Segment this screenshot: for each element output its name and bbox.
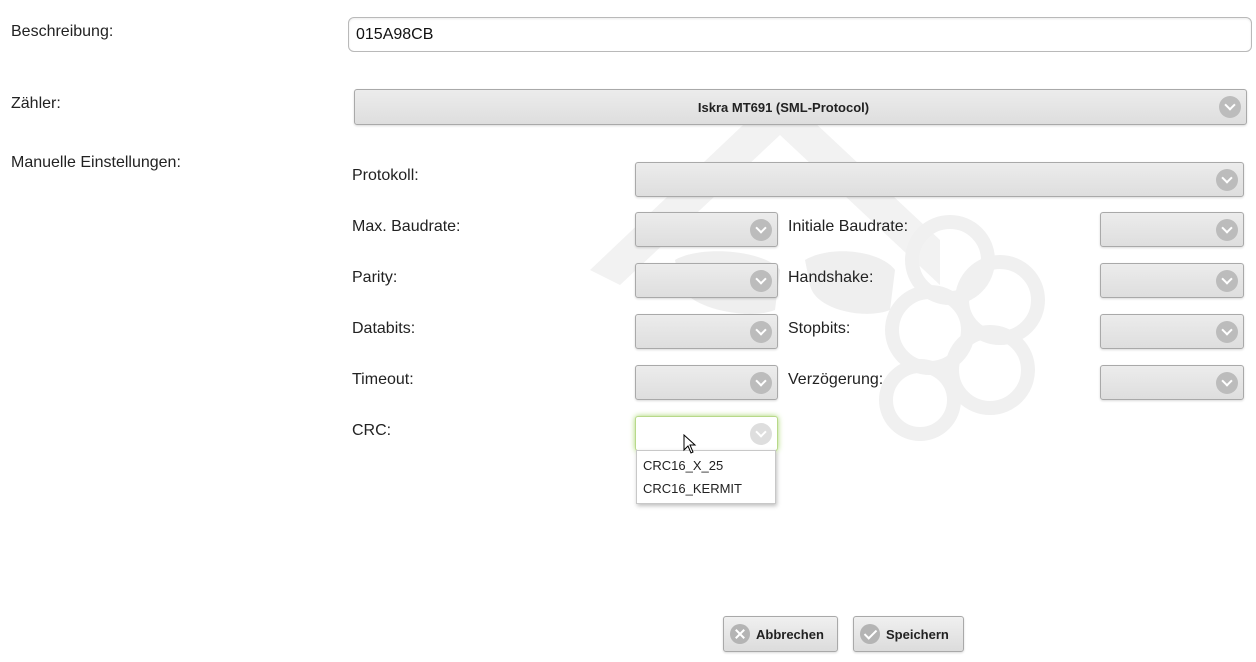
initiale-baudrate-select[interactable] [1100, 212, 1244, 247]
chevron-down-icon [750, 422, 772, 445]
crc-option-kermit[interactable]: CRC16_KERMIT [637, 477, 775, 500]
mouse-cursor-icon [683, 434, 697, 454]
chevron-down-icon [1216, 320, 1238, 343]
save-button-label: Speichern [886, 626, 949, 642]
initiale-baudrate-select-value [1101, 213, 1209, 246]
chevron-down-icon [1219, 96, 1241, 118]
databits-select-value [636, 315, 743, 348]
max-baudrate-label: Max. Baudrate: [352, 218, 461, 235]
protokoll-select[interactable] [635, 162, 1244, 197]
chevron-down-icon [750, 371, 772, 394]
timeout-select[interactable] [635, 365, 778, 400]
save-button[interactable]: Speichern [853, 616, 964, 652]
stopbits-label: Stopbits: [788, 320, 851, 337]
protokoll-select-value [636, 163, 1209, 196]
protokoll-label: Protokoll: [352, 167, 419, 184]
databits-select[interactable] [635, 314, 778, 349]
stopbits-select[interactable] [1100, 314, 1244, 349]
parity-select-value [636, 264, 743, 297]
beschreibung-label: Beschreibung: [11, 23, 114, 40]
databits-label: Databits: [352, 320, 416, 337]
verzoegerung-select-value [1101, 366, 1209, 399]
verzoegerung-label: Verzögerung: [788, 371, 884, 388]
chevron-down-icon [1216, 218, 1238, 241]
settings-form: Beschreibung: Zähler: Iskra MT691 (SML-P… [0, 0, 1256, 662]
chevron-down-icon [750, 218, 772, 241]
crc-label: CRC: [352, 422, 392, 439]
chevron-down-icon [750, 320, 772, 343]
chevron-down-icon [1216, 371, 1238, 394]
chevron-down-icon [750, 269, 772, 292]
cancel-button[interactable]: Abbrechen [723, 616, 838, 652]
close-icon [730, 624, 750, 644]
stopbits-select-value [1101, 315, 1209, 348]
timeout-select-value [636, 366, 743, 399]
handshake-select[interactable] [1100, 263, 1244, 298]
chevron-down-icon [1216, 168, 1238, 191]
zaehler-select[interactable]: Iskra MT691 (SML-Protocol) [354, 89, 1247, 125]
manuelle-einstellungen-label: Manuelle Einstellungen: [11, 154, 181, 171]
crc-select[interactable] [635, 416, 778, 451]
max-baudrate-select-value [636, 213, 743, 246]
handshake-label: Handshake: [788, 269, 874, 286]
handshake-select-value [1101, 264, 1209, 297]
parity-label: Parity: [352, 269, 398, 286]
chevron-down-icon [1216, 269, 1238, 292]
initiale-baudrate-label: Initiale Baudrate: [788, 218, 909, 235]
beschreibung-input[interactable] [348, 17, 1252, 52]
parity-select[interactable] [635, 263, 778, 298]
timeout-label: Timeout: [352, 371, 414, 388]
check-icon [860, 624, 880, 644]
max-baudrate-select[interactable] [635, 212, 778, 247]
zaehler-label: Zähler: [11, 95, 61, 112]
cancel-button-label: Abbrechen [756, 626, 824, 642]
zaehler-select-value: Iskra MT691 (SML-Protocol) [697, 99, 870, 115]
verzoegerung-select[interactable] [1100, 365, 1244, 400]
crc-dropdown-list: CRC16_X_25 CRC16_KERMIT [636, 450, 776, 504]
crc-option-x25[interactable]: CRC16_X_25 [637, 454, 775, 477]
